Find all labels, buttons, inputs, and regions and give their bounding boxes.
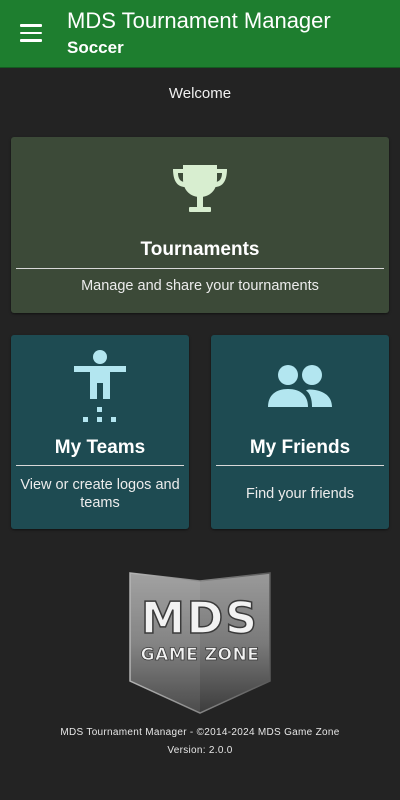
mds-game-zone-logo: MDS GAME ZONE: [129, 572, 271, 714]
my-friends-title: My Friends: [249, 437, 351, 458]
footer-copyright: MDS Tournament Manager - ©2014-2024 MDS …: [60, 727, 340, 738]
person-figure-icon: [74, 350, 126, 422]
my-friends-description: Find your friends: [246, 486, 354, 502]
welcome-text: Welcome: [168, 85, 232, 102]
logo-text-mds: MDS: [141, 593, 259, 644]
trophy-icon: [173, 165, 227, 212]
my-teams-description: View or create logos and teams: [20, 477, 180, 511]
app-title: MDS Tournament Manager: [67, 8, 331, 33]
app-subtitle: Soccer: [67, 38, 124, 57]
tournaments-title: Tournaments: [140, 239, 260, 260]
people-icon: [268, 365, 332, 407]
tournaments-description: Manage and share your tournaments: [81, 278, 319, 294]
app-bar: MDS Tournament Manager Soccer: [0, 0, 400, 68]
footer-version: Version: 2.0.0: [167, 745, 233, 756]
logo-text-game-zone: GAME ZONE: [141, 645, 260, 665]
my-teams-divider: [16, 465, 184, 466]
my-teams-card[interactable]: My Teams View or create logos and teams: [11, 335, 189, 529]
my-teams-title: My Teams: [54, 437, 146, 458]
tournaments-divider: [16, 268, 384, 269]
my-friends-divider: [216, 465, 384, 466]
hamburger-menu-icon[interactable]: [14, 18, 48, 48]
tournaments-card[interactable]: Tournaments Manage and share your tourna…: [11, 137, 389, 313]
my-friends-card[interactable]: My Friends Find your friends: [211, 335, 389, 529]
